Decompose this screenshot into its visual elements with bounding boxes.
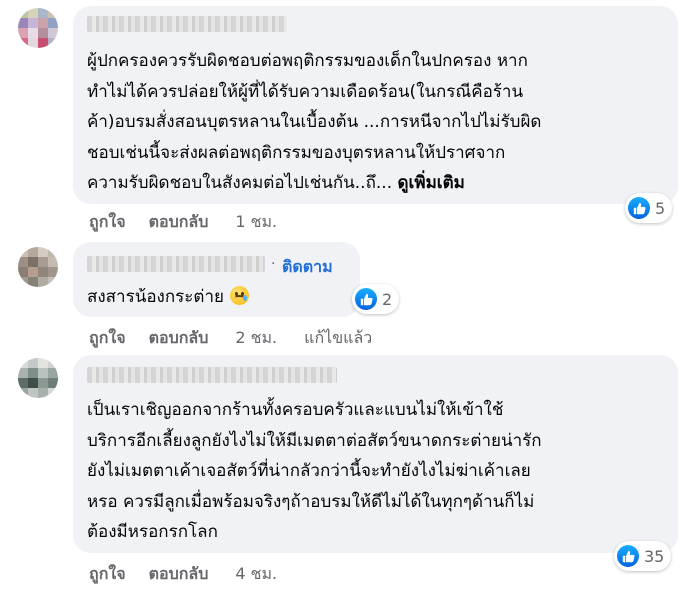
author-name-redacted[interactable] [87, 16, 287, 32]
timestamp[interactable]: 1 ชม. [235, 210, 277, 235]
author-name-redacted[interactable] [87, 367, 337, 383]
avatar[interactable] [18, 358, 58, 398]
comment-actions: ถูกใจ ตอบกลับ 2 ชม. แก้ไขแล้ว [89, 326, 372, 351]
comment-body: ผู้ปกครองควรรับผิดชอบต่อพฤติกรรมของเด็กใ… [87, 51, 542, 193]
comment-text: เป็นเราเชิญออกจากร้านทั้งครอบครัวและแบนไ… [87, 395, 672, 548]
comment-bubble: · ติดตาม สงสารน้องกระต่าย [73, 242, 360, 317]
comment-body: เป็นเราเชิญออกจากร้านทั้งครอบครัวและแบนไ… [87, 400, 542, 542]
reaction-count[interactable]: 5 [625, 193, 673, 223]
like-count: 2 [382, 289, 393, 309]
like-count: 35 [644, 546, 665, 566]
avatar[interactable] [18, 8, 58, 48]
author-name-redacted[interactable] [87, 256, 265, 272]
comment-bubble: ผู้ปกครองควรรับผิดชอบต่อพฤติกรรมของเด็กใ… [73, 6, 678, 204]
reply-button[interactable]: ตอบกลับ [149, 210, 209, 235]
see-more-link[interactable]: ดูเพิ่มเติม [398, 173, 465, 193]
like-button[interactable]: ถูกใจ [89, 562, 126, 587]
comment-text: ผู้ปกครองควรรับผิดชอบต่อพฤติกรรมของเด็กใ… [87, 46, 672, 199]
comment-actions: ถูกใจ ตอบกลับ 4 ชม. [89, 562, 277, 587]
like-count: 5 [655, 198, 666, 218]
reply-button[interactable]: ตอบกลับ [149, 562, 209, 587]
timestamp[interactable]: 2 ชม. [235, 326, 277, 351]
comment-actions: ถูกใจ ตอบกลับ 1 ชม. [89, 210, 277, 235]
like-button[interactable]: ถูกใจ [89, 326, 126, 351]
edited-label: แก้ไขแล้ว [304, 328, 373, 347]
like-thumb-icon [355, 288, 377, 310]
like-thumb-icon [617, 545, 639, 567]
comment-text: สงสารน้องกระต่าย [87, 282, 249, 313]
timestamp[interactable]: 4 ชม. [235, 562, 277, 587]
separator-dot: · [271, 256, 276, 272]
comment-bubble: เป็นเราเชิญออกจากร้านทั้งครอบครัวและแบนไ… [73, 355, 678, 553]
reply-button[interactable]: ตอบกลับ [149, 326, 209, 351]
like-button[interactable]: ถูกใจ [89, 210, 126, 235]
like-thumb-icon [628, 197, 650, 219]
follow-button[interactable]: ติดตาม [282, 255, 333, 280]
avatar[interactable] [18, 247, 58, 287]
reaction-count[interactable]: 35 [614, 541, 672, 571]
comment-body: สงสารน้องกระต่าย [87, 287, 224, 307]
reaction-count[interactable]: 2 [352, 284, 400, 314]
crying-face-emoji [229, 286, 249, 305]
